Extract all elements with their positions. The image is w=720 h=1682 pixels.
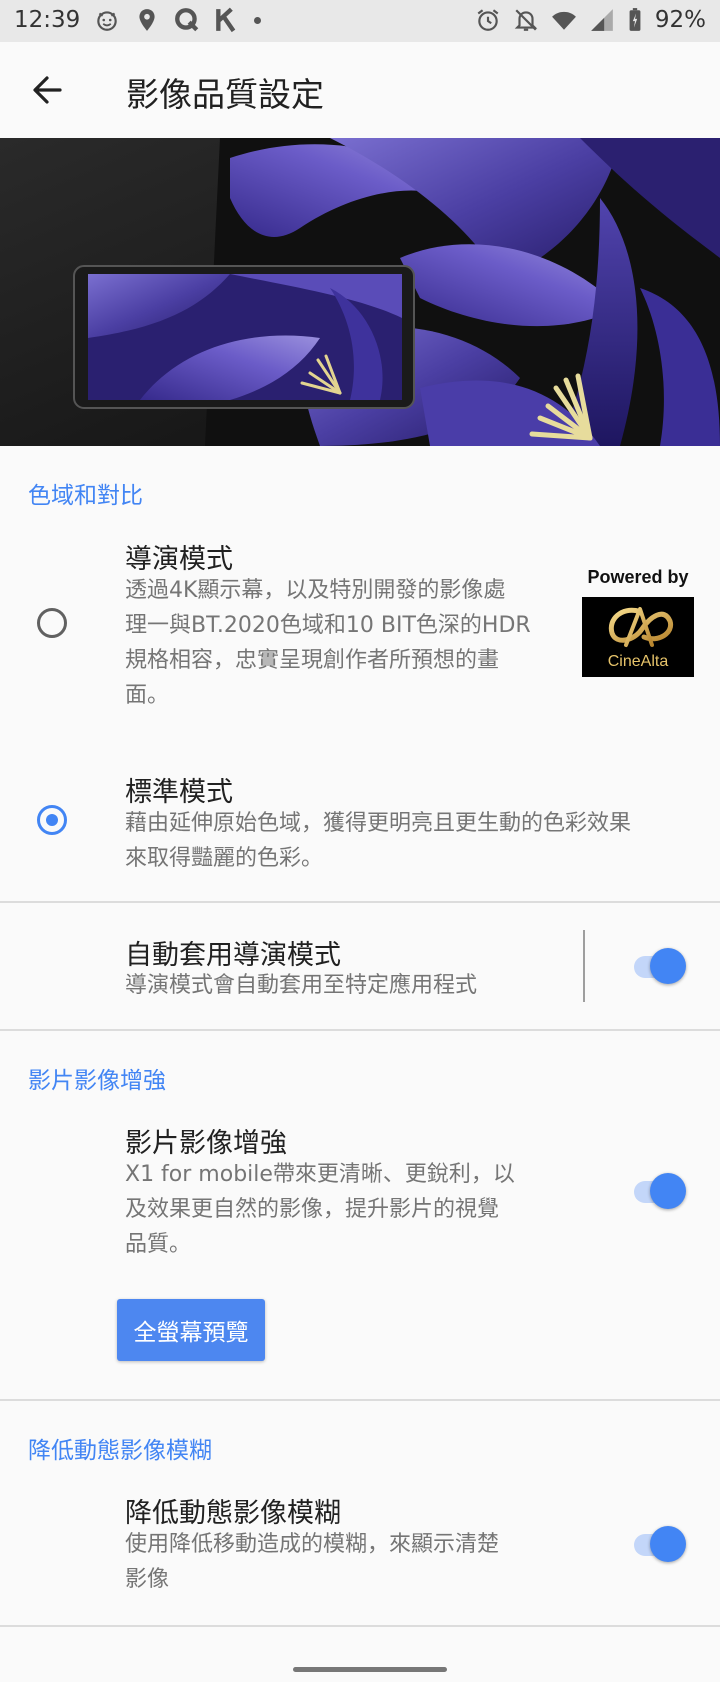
status-bar-right: 92%: [475, 7, 706, 33]
option-director-mode-title: 導演模式: [125, 544, 233, 575]
auto-director-mode-desc: 導演模式會自動套用至特定應用程式: [125, 973, 478, 998]
section-header-color: 色域和對比: [28, 483, 143, 509]
q-app-icon: [174, 7, 200, 33]
vertical-divider: [583, 930, 585, 1002]
toggle-thumb: [650, 948, 686, 984]
wifi-icon: [551, 7, 577, 33]
option-director-mode-desc-line-1: 透過4K顯示幕，以及特別開發的影像處: [125, 578, 506, 603]
cinealta-badge: Powered by CineAlta: [580, 567, 696, 679]
option-standard-mode-title: 標準模式: [125, 777, 233, 808]
radio-standard-mode[interactable]: [37, 805, 67, 835]
toggle-thumb: [650, 1526, 686, 1562]
arrow-back-icon[interactable]: [22, 64, 74, 116]
option-director-mode-desc-line-4: 面。: [125, 683, 170, 708]
section-header-motion: 降低動態影像模糊: [28, 1438, 212, 1464]
location-icon: [134, 7, 160, 33]
option-director-mode-desc-line-3: 規格相容，忠實呈現創作者所預想的畫: [125, 648, 500, 673]
battery-percent: 92%: [654, 7, 706, 33]
signal-icon: [589, 7, 615, 33]
divider: [0, 901, 720, 903]
emoji-icon: [94, 7, 120, 33]
radio-director-mode[interactable]: [37, 608, 67, 638]
video-enhancement-desc-line-1: X1 for mobile帶來更清晰、更銳利，以: [125, 1162, 515, 1187]
gesture-nav-handle[interactable]: [293, 1667, 447, 1672]
notifications-off-icon: [513, 7, 539, 33]
option-director-mode-desc-line-2: 理一與BT.2020色域和10 BIT色深的HDR: [125, 613, 531, 638]
auto-director-mode-toggle[interactable]: [630, 944, 686, 988]
badge-logo-text: CineAlta: [607, 653, 669, 670]
status-bar: 12:39 92%: [0, 0, 720, 42]
video-enhancement-title: 影片影像增強: [125, 1128, 287, 1159]
badge-powered-by: Powered by: [587, 567, 689, 587]
option-standard-mode-desc-line-2: 來取得豔麗的色彩。: [125, 846, 324, 871]
divider: [0, 1625, 720, 1627]
dot-icon: [254, 16, 262, 24]
video-enhancement-desc-line-3: 品質。: [125, 1232, 192, 1257]
hero-banner-image: [0, 138, 720, 446]
alarm-icon: [475, 7, 501, 33]
video-enhancement-toggle[interactable]: [630, 1169, 686, 1213]
toggle-thumb: [650, 1173, 686, 1209]
fullscreen-preview-button[interactable]: 全螢幕預覽: [117, 1299, 265, 1361]
motion-blur-title: 降低動態影像模糊: [125, 1498, 341, 1529]
video-enhancement-desc-line-2: 及效果更自然的影像，提升影片的視覺: [125, 1197, 500, 1222]
battery-icon: [627, 7, 643, 33]
status-bar-left: 12:39: [14, 7, 262, 33]
motion-blur-toggle[interactable]: [630, 1522, 686, 1566]
motion-blur-desc-line-1: 使用降低移動造成的模糊，來顯示清楚: [125, 1532, 500, 1557]
divider: [0, 1029, 720, 1031]
divider: [0, 1399, 720, 1401]
section-header-video: 影片影像增強: [28, 1068, 166, 1094]
auto-director-mode-title: 自動套用導演模式: [125, 940, 341, 971]
cinealta-logo-icon: CineAlta: [582, 597, 694, 677]
k-app-icon: [214, 7, 240, 33]
app-bar: 影像品質設定: [0, 42, 720, 138]
page-title: 影像品質設定: [126, 75, 324, 114]
option-standard-mode-desc-line-1: 藉由延伸原始色域，獲得更明亮且更生動的色彩效果: [125, 811, 632, 836]
status-time: 12:39: [14, 7, 81, 33]
motion-blur-desc-line-2: 影像: [125, 1567, 170, 1592]
